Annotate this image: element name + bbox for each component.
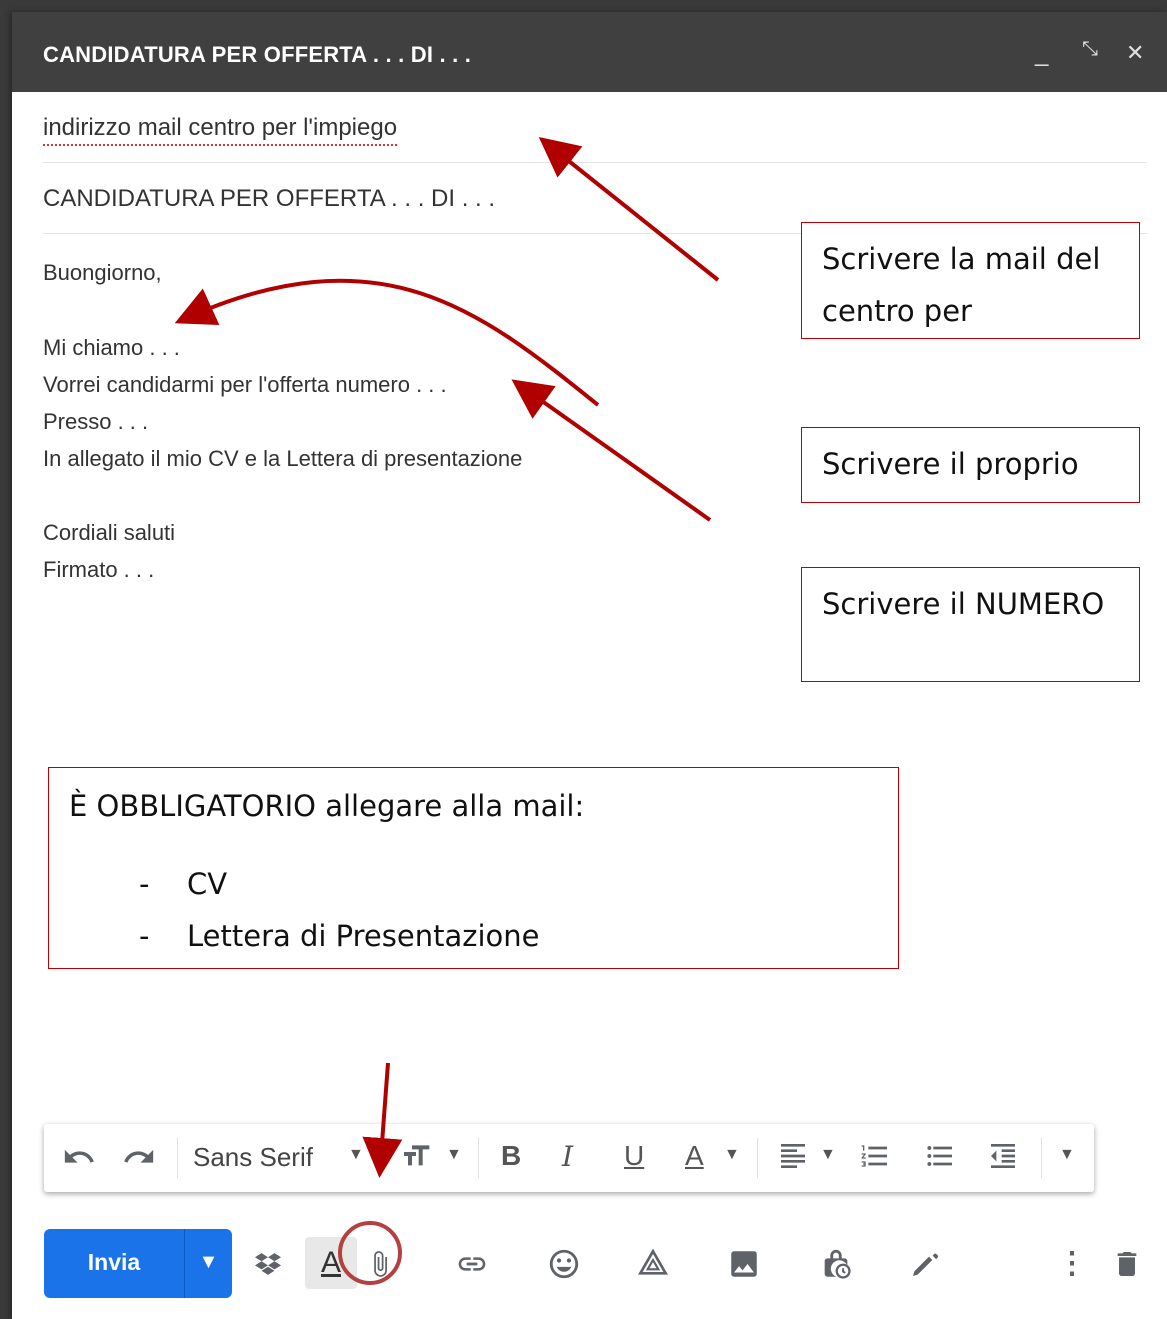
recipient-value: indirizzo mail centro per l'impiego [43, 114, 398, 146]
toolbar-divider [478, 1138, 479, 1178]
numbered-list-icon[interactable] [859, 1140, 891, 1179]
redo-icon[interactable] [122, 1140, 156, 1181]
body-line-closing: Cordiali saluti [43, 520, 176, 545]
send-button[interactable]: Invia [44, 1249, 184, 1276]
list-item: - CV [139, 867, 228, 901]
send-button-group: Invia ▼ [44, 1229, 232, 1298]
annotation-name: Scrivere il proprio [801, 427, 1140, 503]
italic-icon[interactable]: I [562, 1140, 573, 1173]
emoji-icon[interactable] [542, 1240, 586, 1288]
annotation-attachments-list: - CV - Lettera di Presentazione [69, 858, 878, 962]
chevron-down-icon[interactable]: ▼ [348, 1146, 364, 1164]
attach-file-icon[interactable] [358, 1240, 402, 1288]
font-size-icon[interactable] [400, 1140, 432, 1179]
toolbar-divider [177, 1138, 178, 1178]
chevron-down-icon[interactable]: ▼ [446, 1146, 462, 1164]
compose-title: CANDIDATURA PER OFFERTA . . . DI . . . [43, 42, 472, 67]
expand-icon[interactable]: ⤡ [1082, 38, 1098, 61]
toolbar-divider [757, 1138, 758, 1178]
insert-photo-icon[interactable] [722, 1240, 766, 1288]
body-line-presso: Presso . . . [43, 409, 149, 434]
body-line-signature: Firmato . . . [43, 557, 155, 582]
undo-icon[interactable] [62, 1140, 96, 1181]
body-line-offer: Vorrei candidarmi per l'offerta numero .… [43, 372, 447, 397]
insert-link-icon[interactable] [450, 1240, 494, 1288]
background-left [0, 0, 12, 1319]
signature-icon[interactable] [903, 1240, 947, 1288]
indent-less-icon[interactable] [987, 1140, 1019, 1179]
align-icon[interactable] [777, 1140, 809, 1179]
annotation-mail: Scrivere la mail del centro per [801, 222, 1140, 339]
dropbox-icon[interactable] [246, 1240, 290, 1288]
bold-icon[interactable]: B [501, 1140, 521, 1172]
annotation-attachments: È OBBLIGATORIO allegare alla mail: - CV -… [48, 767, 899, 969]
body-line-name: Mi chiamo . . . [43, 335, 180, 360]
underline-icon[interactable]: U [624, 1140, 644, 1172]
discard-draft-icon[interactable] [1105, 1240, 1149, 1288]
more-formatting-icon[interactable]: ▼ [1059, 1146, 1075, 1164]
close-icon[interactable]: ✕ [1126, 40, 1144, 66]
body-line-greeting: Buongiorno, [43, 260, 162, 285]
list-item: - Lettera di Presentazione [139, 919, 540, 953]
annotation-number: Scrivere il NUMERO [801, 567, 1140, 682]
toolbar-divider [1041, 1138, 1042, 1178]
font-family-select[interactable]: Sans Serif [193, 1142, 313, 1173]
text-color-icon[interactable]: A [685, 1140, 704, 1172]
background-top [0, 0, 1167, 12]
bulleted-list-icon[interactable] [924, 1140, 956, 1179]
minimize-icon[interactable]: _ [1035, 40, 1048, 68]
schedule-send-chevron-icon[interactable]: ▼ [185, 1251, 232, 1274]
body-line-attachment: In allegato il mio CV e la Lettera di pr… [43, 446, 523, 471]
annotation-attachments-title: È OBBLIGATORIO allegare alla mail: [69, 789, 585, 823]
formatting-toolbar: Sans Serif ▼ ▼ B I U A ▼ ▼ ▼ [44, 1124, 1094, 1192]
confidential-mode-icon[interactable] [814, 1240, 858, 1288]
chevron-down-icon[interactable]: ▼ [724, 1146, 740, 1164]
compose-title-bar: CANDIDATURA PER OFFERTA . . . DI . . . _… [12, 12, 1167, 92]
more-options-icon[interactable]: ⋮ [1050, 1240, 1094, 1288]
subject-value: CANDIDATURA PER OFFERTA . . . DI . . . [43, 185, 496, 212]
google-drive-icon[interactable] [631, 1240, 675, 1288]
chevron-down-icon[interactable]: ▼ [820, 1146, 836, 1164]
formatting-options-icon[interactable]: A [305, 1237, 357, 1289]
recipient-field[interactable]: indirizzo mail centro per l'impiego [43, 92, 1147, 163]
